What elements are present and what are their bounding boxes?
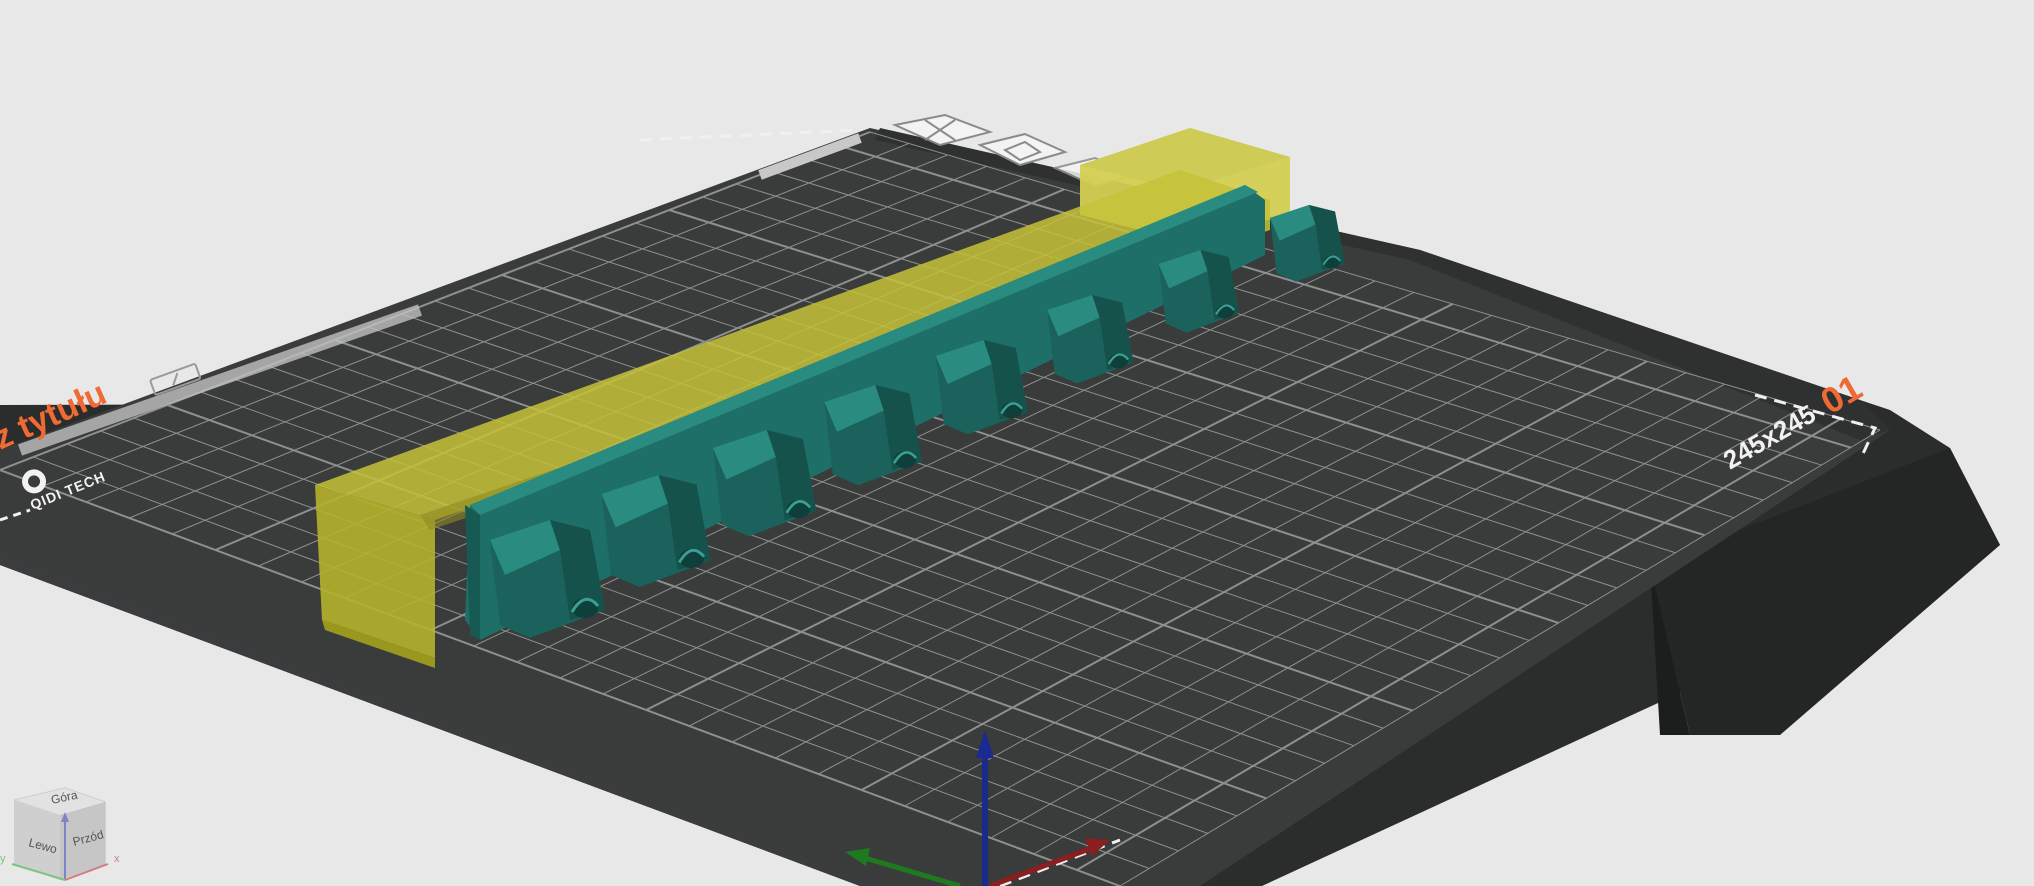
build-plate[interactable] [0, 128, 1890, 886]
y-axis-letter: y [0, 853, 6, 865]
3d-viewport[interactable]: z tytułu QIDI TECH 245x245 01 Góra Lewo … [0, 0, 2034, 886]
view-cube[interactable]: Góra Lewo Przód x y [0, 787, 120, 881]
x-axis-letter: x [114, 853, 120, 865]
